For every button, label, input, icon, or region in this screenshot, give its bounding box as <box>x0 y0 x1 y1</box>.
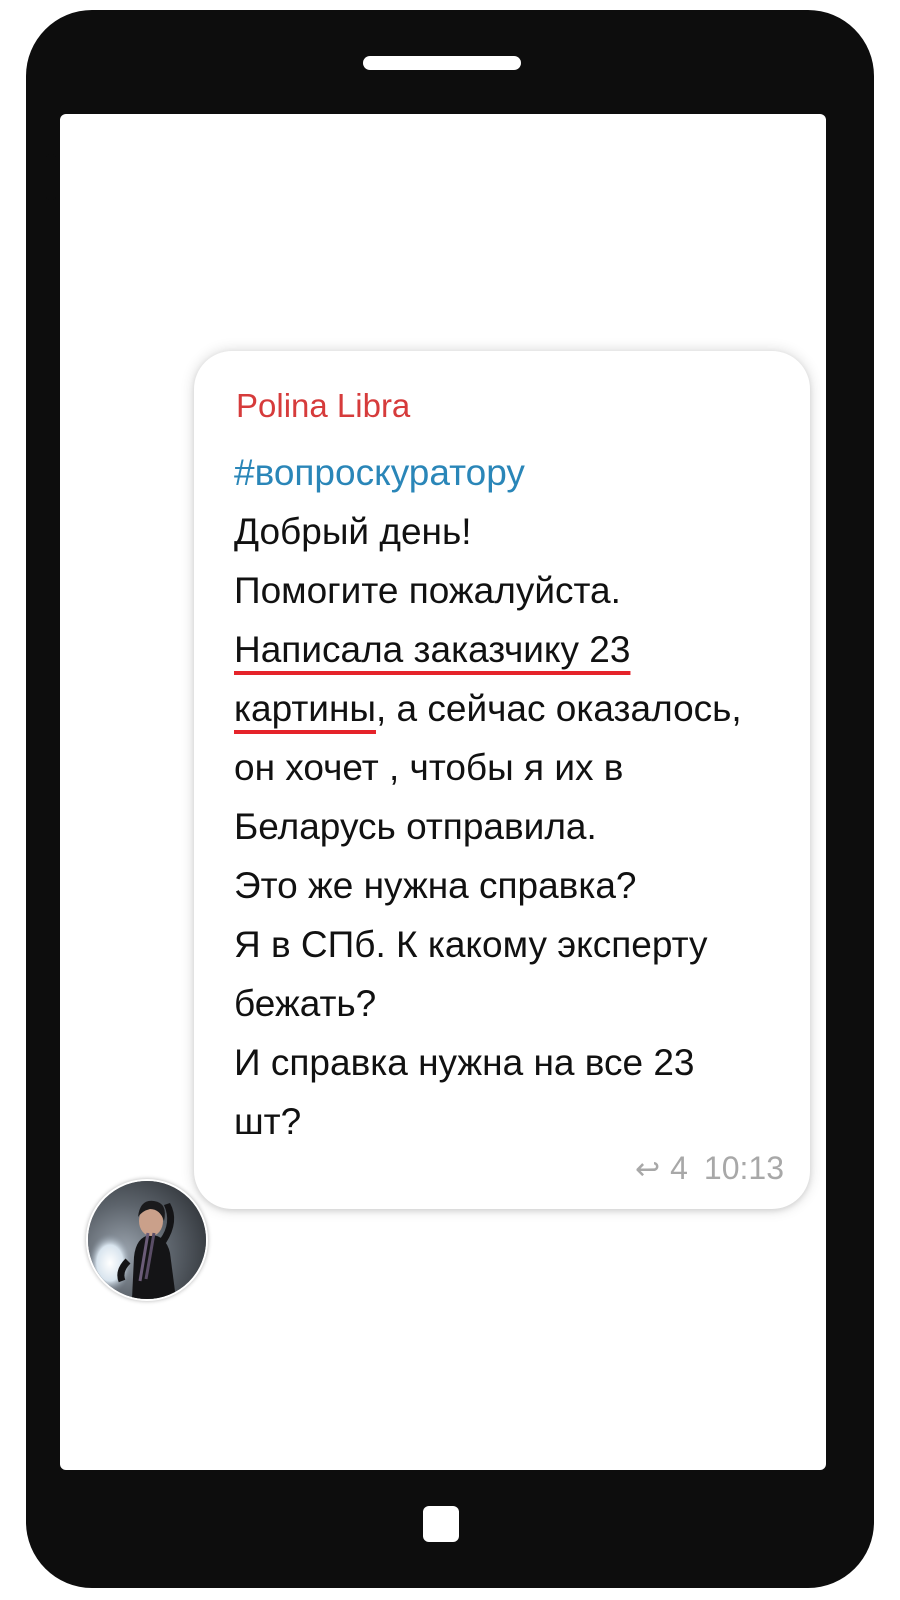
message-bubble[interactable]: Polina Libra #вопроскуратору Добрый день… <box>194 351 810 1209</box>
message-text: #вопроскуратору Добрый день! Помогите по… <box>234 443 804 1151</box>
message-meta: ↩ 4 10:13 <box>635 1150 784 1187</box>
phone-speaker <box>363 56 521 70</box>
message-time: 10:13 <box>703 1150 784 1186</box>
hashtag-link[interactable]: #вопроскуратору <box>234 443 804 502</box>
message-line: Написала заказчику 23 <box>234 620 804 679</box>
message-line-rest: , а сейчас оказалось, <box>375 688 742 729</box>
phone-frame: Polina Libra #вопроскуратору Добрый день… <box>26 10 874 1588</box>
message-line: Беларусь отправила. <box>234 806 597 847</box>
phone-side-button <box>46 154 56 200</box>
home-button[interactable] <box>423 1506 459 1542</box>
sender-name[interactable]: Polina Libra <box>236 387 410 425</box>
message-line: он хочет , чтобы я их в <box>234 747 624 788</box>
avatar-image <box>88 1181 206 1299</box>
message-line: Это же нужна справка? <box>234 865 637 906</box>
avatar[interactable] <box>86 1179 208 1301</box>
reply-count[interactable]: 4 <box>670 1150 688 1186</box>
message-line: шт? <box>234 1101 302 1142</box>
underlined-text: картины <box>234 688 376 729</box>
phone-screen: Polina Libra #вопроскуратору Добрый день… <box>60 114 826 1470</box>
message-line: Я в СПб. К какому эксперту <box>234 924 708 965</box>
message-line: картины, а сейчас оказалось, <box>234 679 804 738</box>
message-line: бежать? <box>234 983 377 1024</box>
message-line: Добрый день! <box>234 511 472 552</box>
reply-arrow-icon[interactable]: ↩ <box>635 1152 660 1187</box>
underlined-text: Написала заказчику 23 <box>234 629 631 670</box>
message-line: Помогите пожалуйста. <box>234 570 621 611</box>
message-line: И справка нужна на все 23 <box>234 1042 695 1083</box>
